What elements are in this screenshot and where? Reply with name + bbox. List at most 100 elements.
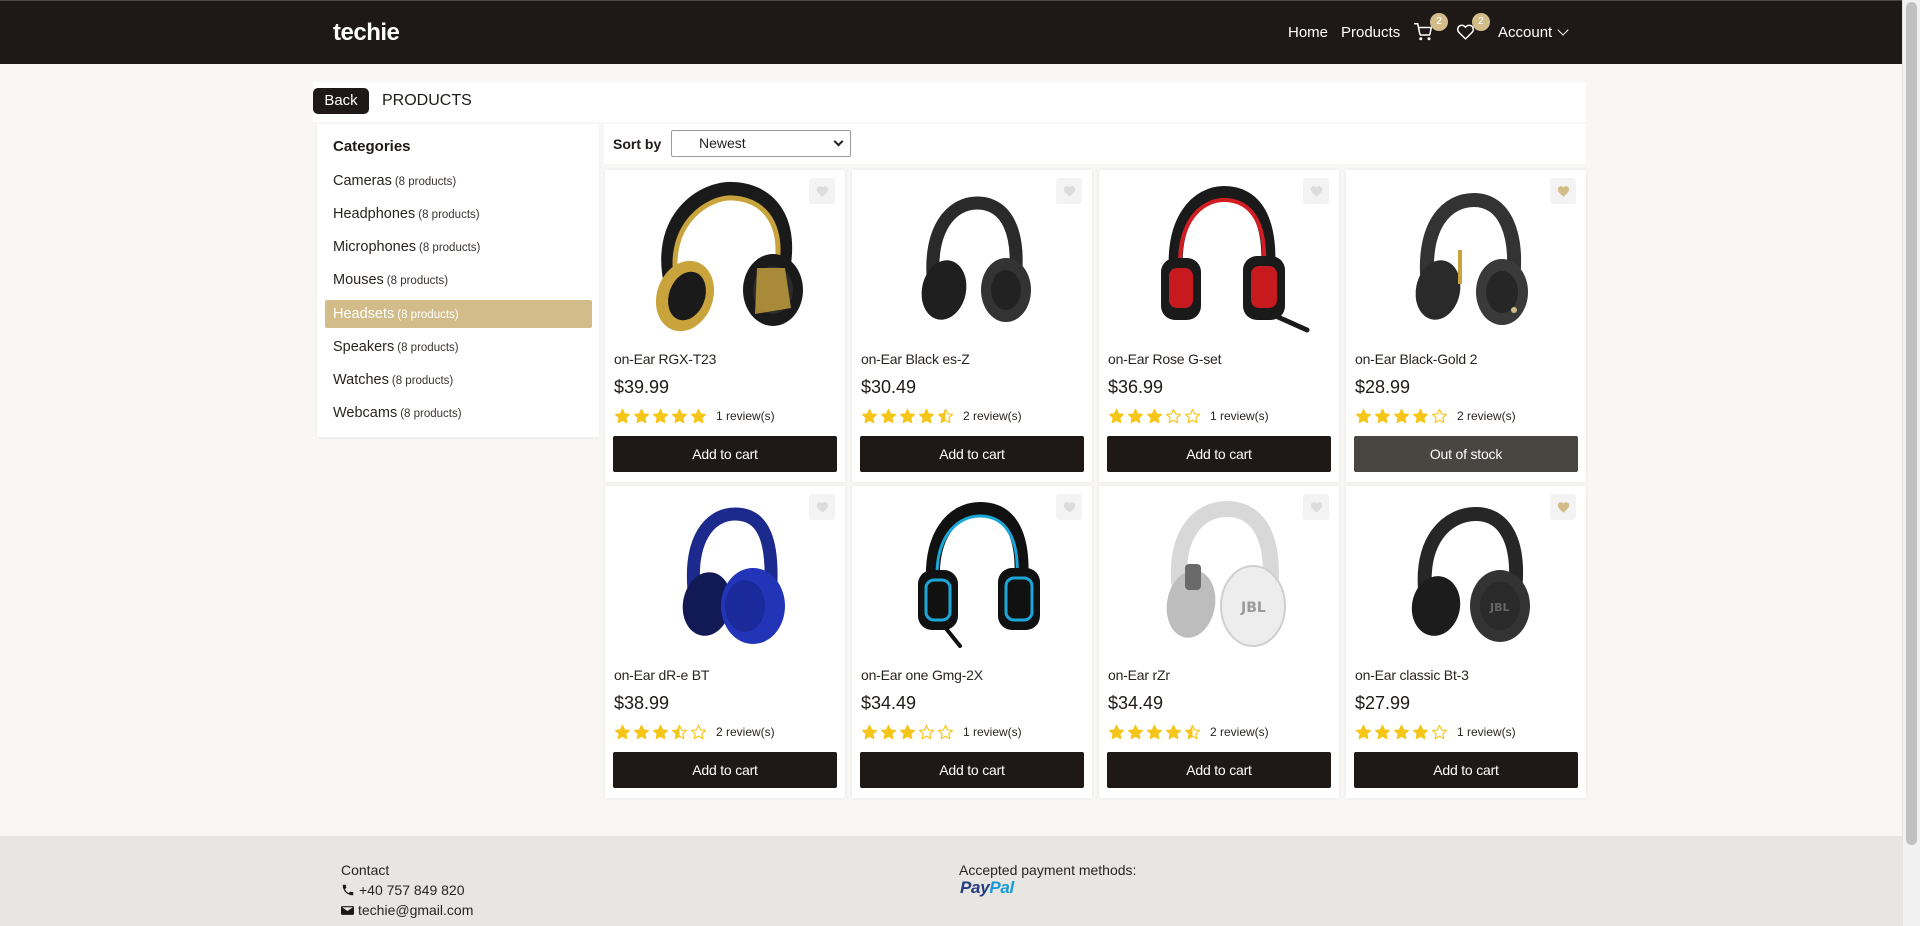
phone-number[interactable]: +40 757 849 820 [359,882,465,898]
product-card[interactable]: JBL on-Ear classic Bt-3 $27.99 1 review(… [1346,486,1586,798]
category-label: Speakers [333,339,395,355]
headphones-white-icon: JBL [1166,500,1286,647]
nav-products-link[interactable]: Products [1341,24,1400,41]
review-count: 2 review(s) [716,725,775,739]
product-name[interactable]: on-Ear RGX-T23 [614,351,716,367]
star-full-icon [899,724,916,739]
product-name[interactable]: on-Ear one Gmg-2X [861,667,983,683]
add-to-cart-button[interactable]: Add to cart [860,436,1084,472]
category-item-webcams[interactable]: Webcams (8 products) [325,399,592,427]
category-count: (8 products) [418,209,480,221]
review-count: 2 review(s) [1457,409,1516,423]
category-item-microphones[interactable]: Microphones (8 products) [325,233,592,261]
category-item-watches[interactable]: Watches (8 products) [325,366,592,394]
category-label: Watches [333,372,389,388]
category-label: Microphones [333,239,417,255]
scrollbar-thumb[interactable] [1906,2,1917,845]
payment-methods-title: Accepted payment methods: [959,862,1137,878]
add-to-cart-button[interactable]: Add to cart [613,436,837,472]
product-card[interactable]: on-Ear Rose G-set $36.99 1 review(s) Add… [1099,170,1339,482]
star-empty-icon [1165,408,1182,423]
category-label: Webcams [333,405,398,421]
star-rating: 1 review(s) [614,407,775,425]
product-price: $30.49 [861,377,917,397]
cart-button[interactable]: 2 [1414,13,1448,43]
back-button[interactable]: Back [313,88,369,114]
add-to-cart-button[interactable]: Add to cart [1107,436,1331,472]
star-rating: 1 review(s) [1108,407,1269,425]
product-name[interactable]: on-Ear Rose G-set [1108,351,1222,367]
nav-home-link[interactable]: Home [1288,24,1328,41]
product-card[interactable]: on-Ear Black-Gold 2 $28.99 2 review(s) O… [1346,170,1586,482]
star-full-icon [652,408,669,423]
contact-email: techie@gmail.com [341,902,473,918]
star-empty-icon [1184,408,1201,423]
category-label: Cameras [333,173,392,189]
star-full-icon [652,724,669,739]
star-rating: 1 review(s) [861,723,1022,741]
page-scrollbar[interactable] [1902,0,1920,926]
account-menu[interactable]: Account [1498,24,1569,41]
category-count: (8 products) [397,342,459,354]
sort-select[interactable]: Newest [671,130,851,157]
wishlist-button[interactable]: 2 [1456,13,1490,43]
star-full-icon [1374,724,1391,739]
star-full-icon [1146,724,1163,739]
star-full-icon [1412,724,1429,739]
product-name[interactable]: on-Ear Black es-Z [861,351,970,367]
star-rating: 2 review(s) [614,723,775,741]
sort-bar: Sort by Newest [604,124,1586,164]
mail-icon [341,905,354,915]
headphones-dark-icon: JBL [1411,506,1530,642]
star-full-icon [1108,408,1125,423]
categories-title: Categories [333,138,411,155]
add-to-cart-button[interactable]: Add to cart [860,752,1084,788]
email-address[interactable]: techie@gmail.com [358,902,473,918]
page-title: PRODUCTS [382,92,472,109]
star-full-icon [614,408,631,423]
add-to-cart-button[interactable]: Add to cart [613,752,837,788]
review-count: 1 review(s) [963,725,1022,739]
star-full-icon [1127,724,1144,739]
product-card[interactable]: on-Ear RGX-T23 $39.99 1 review(s) Add to… [605,170,845,482]
star-half-icon [1184,724,1201,739]
add-to-cart-button[interactable]: Add to cart [1107,752,1331,788]
headphones-blue-icon [682,507,785,644]
product-name[interactable]: on-Ear Black-Gold 2 [1355,351,1477,367]
contact-phone: +40 757 849 820 [341,882,465,898]
star-full-icon [671,408,688,423]
review-count: 2 review(s) [963,409,1022,423]
chevron-down-icon [1557,24,1569,36]
navbar: techie Home Products 2 2 Account [0,0,1902,64]
product-card[interactable]: on-Ear Black es-Z $30.49 2 review(s) Add… [852,170,1092,482]
product-name[interactable]: on-Ear dR-e BT [614,667,709,683]
category-count: (8 products) [419,242,481,254]
category-label: Headphones [333,206,416,222]
star-full-icon [1108,724,1125,739]
account-label: Account [1498,24,1553,41]
review-count: 2 review(s) [1210,725,1269,739]
star-full-icon [899,408,916,423]
product-card[interactable]: on-Ear dR-e BT $38.99 2 review(s) Add to… [605,486,845,798]
star-empty-icon [937,724,954,739]
product-name[interactable]: on-Ear classic Bt-3 [1355,667,1469,683]
gaming-headset-red-icon [1161,185,1310,333]
category-item-cameras[interactable]: Cameras (8 products) [325,167,592,195]
footer: Contact +40 757 849 820 techie@gmail.com… [0,836,1902,926]
star-full-icon [1355,408,1372,423]
product-card[interactable]: on-Ear one Gmg-2X $34.49 1 review(s) Add… [852,486,1092,798]
product-price: $38.99 [614,693,670,713]
category-item-speakers[interactable]: Speakers (8 products) [325,333,592,361]
category-item-mouses[interactable]: Mouses (8 products) [325,266,592,294]
category-item-headsets[interactable]: Headsets (8 products) [325,300,592,328]
product-card[interactable]: JBL on-Ear rZr $34.49 2 review(s) Add to… [1099,486,1339,798]
product-price: $34.49 [861,693,917,713]
product-name[interactable]: on-Ear rZr [1108,667,1170,683]
out-of-stock-button[interactable]: Out of stock [1354,436,1578,472]
product-price: $36.99 [1108,377,1164,397]
category-count: (8 products) [386,275,449,287]
star-full-icon [861,408,878,423]
category-item-headphones[interactable]: Headphones (8 products) [325,200,592,228]
add-to-cart-button[interactable]: Add to cart [1354,752,1578,788]
brand-logo[interactable]: techie [333,19,400,47]
